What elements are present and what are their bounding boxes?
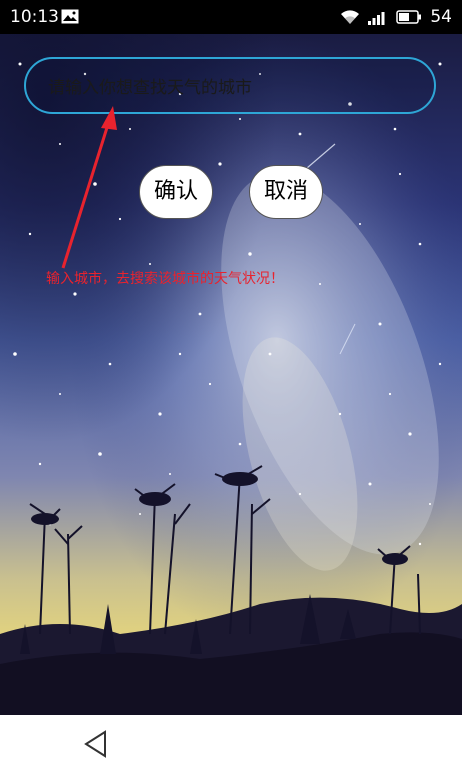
back-triangle-icon[interactable]: [83, 729, 109, 759]
status-indicators: 54: [340, 7, 452, 27]
confirm-button[interactable]: 确认: [139, 165, 213, 219]
navigation-bar: [0, 715, 462, 773]
image-icon: [61, 9, 79, 24]
battery-icon: [396, 10, 422, 24]
status-time: 10:13: [10, 7, 59, 27]
status-bar: 10:13 54: [0, 0, 462, 34]
wifi-icon: [340, 9, 360, 25]
battery-percentage: 54: [430, 7, 452, 27]
annotation-arrow-icon: [61, 106, 117, 269]
cancel-button[interactable]: 取消: [249, 165, 323, 219]
annotation-text: 输入城市，去搜索该城市的天气状况！: [46, 271, 284, 287]
signal-icon: [368, 9, 388, 25]
